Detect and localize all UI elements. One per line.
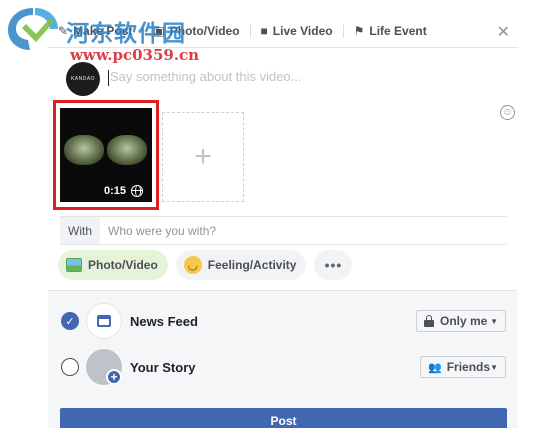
flag-icon: ⚑ xyxy=(353,23,365,38)
close-icon[interactable]: ✕ xyxy=(497,22,510,42)
fisheye-lens-right xyxy=(107,135,147,165)
your-story-checkbox[interactable] xyxy=(61,358,79,376)
tag-people-input[interactable]: Who were you with? xyxy=(108,224,216,238)
share-row-news-feed: ✓ News Feed Only me ▼ xyxy=(48,301,518,341)
avatar: KANDAO xyxy=(66,62,100,96)
your-story-audience-dropdown[interactable]: 👥 Friends ▼ xyxy=(420,356,506,378)
share-row-your-story: + Your Story 👥 Friends ▼ xyxy=(48,347,518,387)
add-media-button[interactable]: + xyxy=(162,112,244,202)
feeling-activity-button[interactable]: ◡ Feeling/Activity xyxy=(175,250,307,280)
photo-video-button-label: Photo/Video xyxy=(88,258,158,272)
watermark-url: www.pc0359.cn xyxy=(70,46,200,64)
news-feed-audience-dropdown[interactable]: Only me ▼ xyxy=(416,310,506,332)
tab-life-event[interactable]: ⚑ Life Event xyxy=(344,21,437,41)
your-story-audience-label: Friends xyxy=(446,360,491,374)
with-label: With xyxy=(60,217,100,244)
post-composer: ✎ Make Post ▣ Photo/Video ■ Live Video ⚑… xyxy=(48,14,518,428)
live-video-icon: ■ xyxy=(260,23,268,38)
plus-icon: + xyxy=(194,140,212,173)
post-text-input[interactable]: Say something about this video... xyxy=(110,69,302,84)
share-options-panel: ✓ News Feed Only me ▼ + Your Story 👥 Fri… xyxy=(48,290,518,428)
caret-down-icon: ▼ xyxy=(490,316,498,326)
tab-live-video[interactable]: ■ Live Video xyxy=(251,21,343,41)
composer-actions: Photo/Video ◡ Feeling/Activity ••• xyxy=(58,250,360,280)
watermark-logo-icon xyxy=(8,8,58,50)
smiley-icon: ◡ xyxy=(183,256,202,274)
news-feed-checkbox[interactable]: ✓ xyxy=(61,312,79,330)
news-feed-icon-wrap xyxy=(86,303,122,339)
friends-icon: 👥 xyxy=(428,361,442,374)
more-icon: ••• xyxy=(324,257,343,273)
fisheye-lens-left xyxy=(64,135,104,165)
news-feed-label: News Feed xyxy=(130,313,198,329)
tag-people-row: With Who were you with? xyxy=(60,216,507,245)
video-thumbnail[interactable]: 0:15 xyxy=(53,100,159,210)
video-preview: 0:15 xyxy=(60,108,152,202)
post-button[interactable]: Post xyxy=(60,408,507,428)
text-caret xyxy=(108,70,109,86)
photo-video-button[interactable]: Photo/Video xyxy=(58,250,168,280)
lock-icon xyxy=(424,315,434,327)
avatar-text: KANDAO xyxy=(70,76,96,82)
news-feed-audience-label: Only me xyxy=(440,314,488,328)
your-story-label: Your Story xyxy=(130,359,196,375)
photo-icon xyxy=(66,258,82,272)
tab-live-video-label: Live Video xyxy=(272,23,333,38)
watermark-site-name: 河东软件园 xyxy=(66,21,186,47)
caret-down-icon: ▼ xyxy=(490,362,498,372)
feeling-activity-button-label: Feeling/Activity xyxy=(207,258,297,272)
emoji-icon[interactable]: ☺ xyxy=(500,105,515,120)
add-story-icon: + xyxy=(106,369,122,385)
globe-360-icon xyxy=(131,185,143,197)
tab-life-event-label: Life Event xyxy=(369,23,427,38)
video-duration: 0:15 xyxy=(104,185,127,197)
more-options-button[interactable]: ••• xyxy=(314,250,353,280)
news-feed-icon xyxy=(97,315,111,327)
